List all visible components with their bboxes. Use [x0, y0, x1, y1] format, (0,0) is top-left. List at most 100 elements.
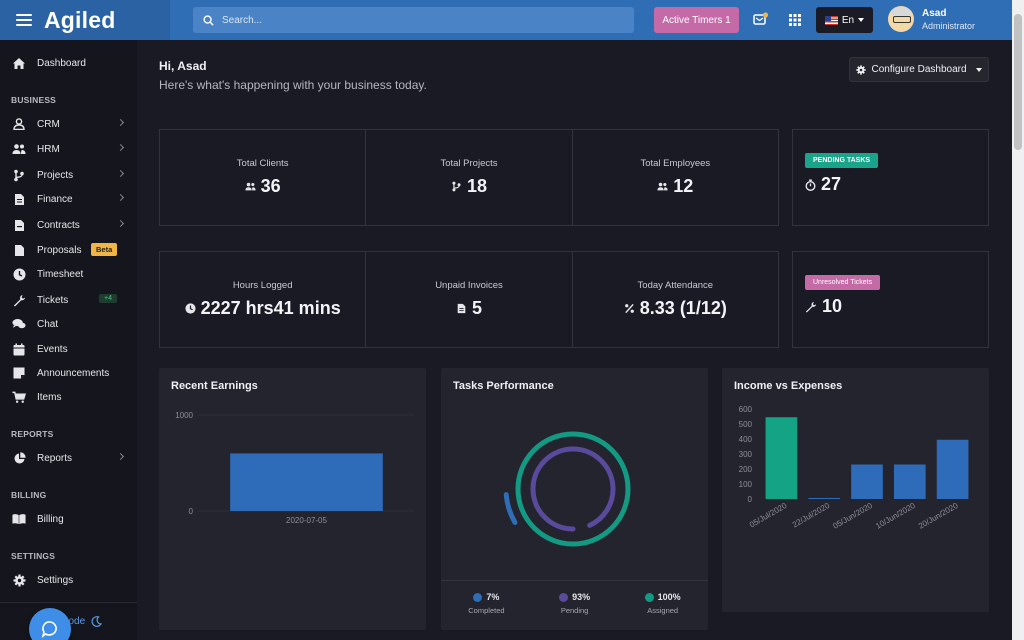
chevron-right-icon [116, 169, 125, 178]
unresolved-tickets-value: 10 [822, 296, 843, 316]
wrench-icon [12, 293, 26, 307]
chevron-right-icon [116, 143, 125, 152]
chat-bubble-icon [41, 621, 57, 638]
sidebar-item-label: Proposals [37, 244, 82, 256]
legend-dot [473, 592, 483, 602]
ring-pending [530, 446, 616, 532]
stat-value: 12 [673, 176, 694, 196]
contract-icon [12, 218, 26, 232]
sidebar-divider [0, 602, 137, 603]
language-dropdown[interactable]: En [816, 7, 873, 33]
home-icon [12, 56, 26, 70]
y-tick-label: 600 [739, 405, 753, 414]
sidebar-item-hrm[interactable]: HRM [0, 139, 137, 159]
sidebar-item-finance[interactable]: Finance [0, 189, 137, 209]
stat-total-projects[interactable]: Total Projects 18 [366, 130, 573, 225]
sidebar-item-dashboard[interactable]: Dashboard [0, 53, 137, 73]
recent-earnings-chart: 0 1000 2020-07-05 [175, 411, 414, 525]
scrollbar-thumb[interactable] [1014, 14, 1022, 150]
stat-value: 18 [466, 176, 487, 196]
sidebar-item-billing[interactable]: Billing [0, 509, 137, 529]
sidebar-item-tickets[interactable]: Tickets +4 [0, 290, 137, 310]
sidebar-item-proposals[interactable]: Proposals Beta [0, 240, 137, 260]
sidebar-item-label: Dashboard [37, 57, 86, 69]
unresolved-tickets-card[interactable]: Unresolved Tickets 10 [792, 251, 989, 348]
pending-tasks-card[interactable]: PENDING TASKS 27 [792, 129, 989, 226]
sidebar-heading-reports: REPORTS [11, 429, 54, 439]
clock-icon [185, 303, 196, 314]
sidebar-item-chat[interactable]: Chat [0, 314, 137, 334]
book-icon [12, 512, 26, 526]
sidebar-item-reports[interactable]: Reports [0, 448, 137, 468]
pie-chart-icon [12, 451, 26, 465]
sidebar-item-projects[interactable]: Projects [0, 165, 137, 185]
notification-icon[interactable] [753, 12, 769, 28]
y-tick-label: 500 [739, 420, 753, 429]
legend-pct: 100% [657, 592, 681, 602]
page-scrollbar[interactable] [1012, 0, 1024, 640]
tasks-legend: 7% Completed 93% Pending 100% Assigned [441, 592, 708, 615]
legend-label: Pending [560, 606, 589, 615]
stat-label: Today Attendance [637, 280, 714, 291]
sidebar-item-items[interactable]: Items [0, 387, 137, 407]
stats-row-1: Total Clients 36 Total Projects 18 Total… [159, 129, 779, 226]
x-tick-label: 2020-07-05 [286, 516, 327, 525]
user-role: Administrator [922, 20, 976, 31]
logo[interactable]: Agiled [44, 7, 115, 34]
configure-dashboard-button[interactable]: Configure Dashboard [849, 57, 989, 82]
sidebar-item-events[interactable]: Events [0, 339, 137, 359]
stat-label: Total Clients [236, 158, 289, 169]
us-flag-icon [824, 15, 838, 25]
income-bar [851, 464, 883, 499]
y-tick-label: 0 [189, 507, 194, 516]
sidebar-item-announcements[interactable]: Announcements [0, 363, 137, 383]
sidebar-item-label: Events [37, 343, 68, 355]
stat-value: 36 [260, 176, 281, 196]
apps-grid-icon[interactable] [787, 12, 803, 28]
chevron-right-icon [116, 219, 125, 228]
search-icon [203, 14, 214, 26]
gear-icon [12, 573, 26, 587]
percent-icon [624, 303, 634, 314]
sidebar-item-contracts[interactable]: Contracts [0, 215, 137, 235]
stat-today-attendance[interactable]: Today Attendance 8.33 (1/12) [573, 252, 778, 347]
x-tick-label: 20/Jun/2020 [917, 501, 960, 531]
y-tick-label: 0 [748, 495, 753, 504]
stats-row-2: Hours Logged 2227 hrs41 mins Unpaid Invo… [159, 251, 779, 348]
stat-hours-logged[interactable]: Hours Logged 2227 hrs41 mins [160, 252, 367, 347]
x-tick-label: 10/Jun/2020 [874, 501, 917, 531]
calendar-icon [12, 342, 26, 356]
sidebar-item-timesheet[interactable]: Timesheet [0, 264, 137, 284]
user-icon [12, 117, 26, 131]
menu-icon[interactable] [16, 14, 32, 26]
stat-total-clients[interactable]: Total Clients 36 [160, 130, 367, 225]
users-icon [245, 182, 256, 191]
stat-total-employees[interactable]: Total Employees 12 [573, 130, 778, 225]
legend-pct: 7% [486, 592, 500, 602]
y-tick-label: 400 [739, 435, 753, 444]
active-timers-button[interactable]: Active Timers 1 [654, 7, 739, 33]
search-input[interactable] [222, 14, 602, 26]
unresolved-tickets-badge: Unresolved Tickets [805, 275, 881, 290]
user-menu[interactable]: Asad Administrator [888, 6, 975, 32]
panel-divider [441, 580, 708, 581]
income-vs-expenses-chart: 0 100 200 300 400 500 600 05/Jul/2020 22/Jul/202… [739, 405, 969, 531]
legend-item[interactable]: 100% Assigned [644, 592, 681, 615]
brand: Agiled [0, 0, 170, 40]
chat-support-button[interactable] [29, 608, 71, 640]
legend-item[interactable]: 7% Completed [468, 592, 504, 615]
sidebar: Dashboard BUSINESS CRM HRM Projects Fina… [0, 40, 137, 640]
sidebar-item-settings[interactable]: Settings [0, 570, 137, 590]
greeting: Hi, Asad [159, 59, 207, 73]
moon-icon [91, 616, 103, 627]
sidebar-item-label: Chat [37, 318, 59, 330]
sidebar-item-crm[interactable]: CRM [0, 114, 137, 134]
language-label: En [841, 14, 855, 26]
avatar [888, 6, 914, 32]
sidebar-heading-business: BUSINESS [11, 95, 57, 105]
legend-item[interactable]: 93% Pending [559, 592, 590, 615]
search-bar[interactable] [193, 7, 634, 33]
stat-unpaid-invoices[interactable]: Unpaid Invoices 5 [366, 252, 573, 347]
tickets-count-badge: +4 [99, 294, 117, 303]
git-branch-icon [12, 168, 26, 182]
